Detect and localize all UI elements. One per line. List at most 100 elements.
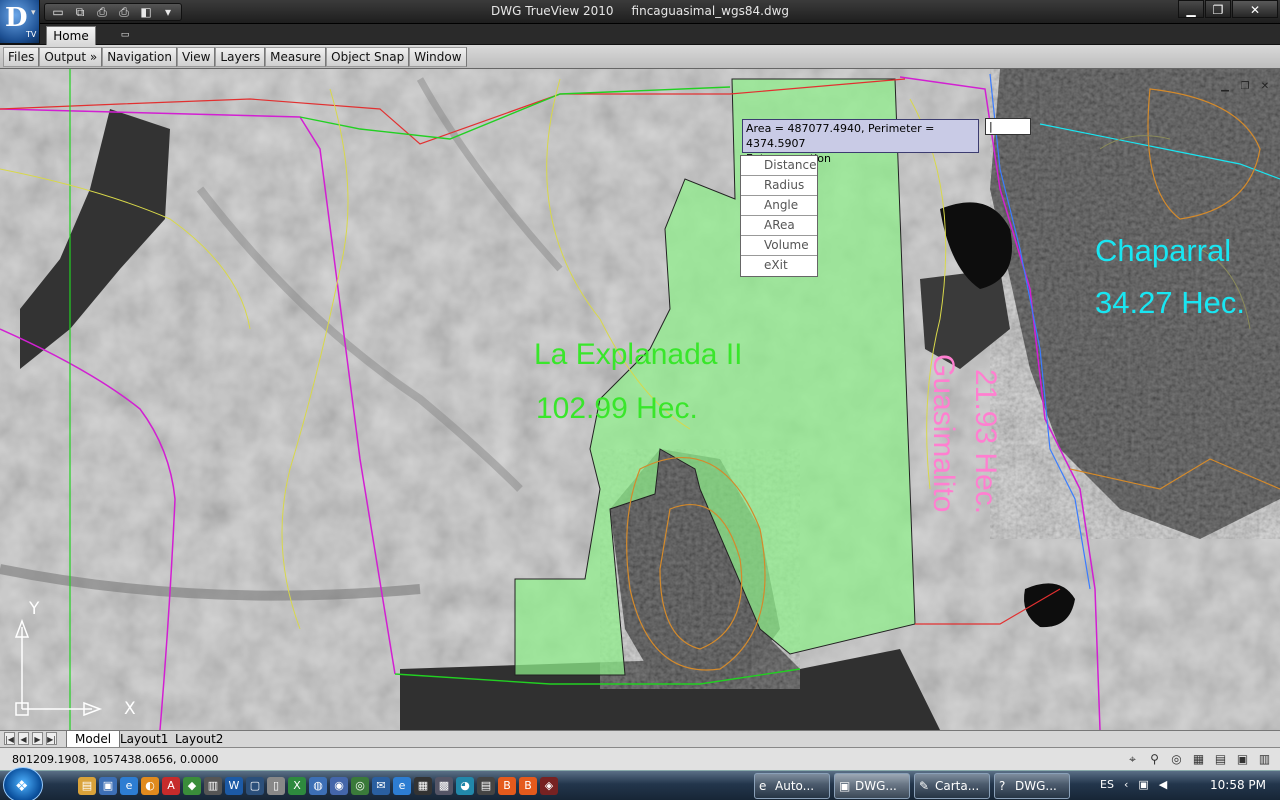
taskbar-tasks: e Auto... ▣ DWG... ✎ Carta... ? DWG...	[754, 773, 1070, 799]
app-logo: D	[5, 3, 28, 33]
option-area[interactable]: ARea	[741, 216, 817, 236]
option-distance[interactable]: Distance	[741, 156, 817, 176]
blogger-icon-2[interactable]: B	[519, 777, 537, 795]
panel-measure[interactable]: Measure	[265, 47, 327, 67]
viewport-close-icon[interactable]: ✕	[1258, 81, 1272, 93]
start-button[interactable]: ❖	[3, 767, 43, 800]
panel-view[interactable]: View	[176, 47, 216, 67]
viewport-restore-icon[interactable]: ❐	[1238, 81, 1252, 93]
media-icon[interactable]: ▥	[204, 777, 222, 795]
task-label: Carta...	[935, 779, 980, 793]
clock[interactable]: 10:58 PM	[1210, 778, 1266, 792]
status-bar: 801209.1908, 1057438.0656, 0.0000 ⌖ ⚲ ◎ …	[0, 747, 1280, 770]
parcel-label-chaparral-area: 34.27 Hec.	[1095, 285, 1245, 320]
panel-layers[interactable]: Layers	[215, 47, 266, 67]
doc-task-icon: ✎	[919, 779, 930, 793]
minimize-icon[interactable]: ▁	[1178, 0, 1204, 18]
panel-output[interactable]: Output »	[39, 47, 103, 67]
firefox-icon[interactable]: ◐	[141, 777, 159, 795]
app-icon-8[interactable]: ◈	[540, 777, 558, 795]
option-radius[interactable]: Radius	[741, 176, 817, 196]
viewport-minimize-icon[interactable]: ▁	[1218, 81, 1232, 93]
file-name: fincaguasimal_wgs84.dwg	[631, 4, 790, 18]
app-icon-5[interactable]: ▦	[414, 777, 432, 795]
app-icon-1[interactable]: ◉	[330, 777, 348, 795]
explorer-icon[interactable]: ▣	[99, 777, 117, 795]
first-tab-icon[interactable]: |◀	[4, 732, 15, 745]
chevron-down-icon: ▾	[31, 8, 36, 18]
app-icon-6[interactable]: ▩	[435, 777, 453, 795]
app-icon-4[interactable]: e	[393, 777, 411, 795]
ie-icon[interactable]: e	[120, 777, 138, 795]
ribbon-tab-row: Home ▭	[0, 24, 1280, 45]
network-icon[interactable]: ◍	[309, 777, 327, 795]
steering-wheel-icon[interactable]: ◎	[1167, 750, 1186, 768]
panel-files[interactable]: Files	[3, 47, 40, 67]
system-tray: ES ‹ ▣ ◀	[1100, 778, 1167, 791]
restore-icon[interactable]: ❐	[1205, 0, 1231, 18]
doc-icon[interactable]: ▯	[267, 777, 285, 795]
task-carta[interactable]: ✎ Carta...	[914, 773, 990, 799]
option-exit[interactable]: eXit	[741, 256, 817, 276]
app-icon-2[interactable]: ◎	[351, 777, 369, 795]
panel-object-snap[interactable]: Object Snap	[326, 47, 410, 67]
panel-window[interactable]: Window	[409, 47, 467, 67]
panel-navigation[interactable]: Navigation	[102, 47, 177, 67]
excel-icon[interactable]: X	[288, 777, 306, 795]
panel-output-label: Output	[44, 50, 87, 64]
quick-launch: ▤ ▣ e ◐ A ◆ ▥ W ▢ ▯ X ◍ ◉ ◎ ✉ e ▦ ▩ ◕ ▤ …	[78, 777, 558, 795]
minimize-ribbon-icon[interactable]: ▭	[118, 30, 132, 40]
snap-icon[interactable]: ⌖	[1123, 750, 1142, 768]
help-task-icon: ?	[999, 779, 1006, 793]
ucs-x-label: X	[124, 699, 136, 719]
parcel-label-explanada-name: La Explanada II	[534, 338, 743, 371]
application-menu-button[interactable]: D ▾ TV	[0, 0, 40, 44]
parcel-label-explanada-area: 102.99 Hec.	[536, 392, 698, 425]
workspace-icon[interactable]: ▣	[1233, 750, 1252, 768]
task-dwg-trueview[interactable]: ▣ DWG...	[834, 773, 910, 799]
measure-result: Area = 487077.4940, Perimeter = 4374.590…	[746, 122, 935, 150]
parcel-label-guasimalito-area: 21.93 Hec.	[969, 369, 1002, 515]
option-volume[interactable]: Volume	[741, 236, 817, 256]
network-tray-icon[interactable]: ▣	[1138, 778, 1148, 791]
drawing-canvas[interactable]: ▁ ❐ ✕ La Explanada II 102.99 Hec. Chapar…	[0, 69, 1280, 730]
tray-expand-icon[interactable]: ‹	[1124, 778, 1128, 791]
tab-home[interactable]: Home	[46, 26, 96, 45]
grid-icon[interactable]: ▤	[1211, 750, 1230, 768]
window-controls: ▁ ❐ ✕	[1178, 0, 1278, 18]
task-label: Auto...	[775, 779, 815, 793]
maps-icon[interactable]: ◆	[183, 777, 201, 795]
trueview-icon[interactable]: ▢	[246, 777, 264, 795]
language-indicator[interactable]: ES	[1100, 778, 1114, 791]
app-icon-3[interactable]: ✉	[372, 777, 390, 795]
pdf-icon[interactable]: A	[162, 777, 180, 795]
volume-icon[interactable]: ◀	[1159, 778, 1167, 791]
window-title: DWG TrueView 2010 fincaguasimal_wgs84.dwg	[0, 4, 1280, 18]
next-tab-icon[interactable]: ▶	[32, 732, 43, 745]
zoom-icon[interactable]: ⚲	[1145, 750, 1164, 768]
tab-layout2[interactable]: Layout2	[167, 731, 231, 748]
last-tab-icon[interactable]: ▶|	[46, 732, 57, 745]
ie-task-icon: e	[759, 779, 767, 793]
dynamic-input-field[interactable]: |	[985, 118, 1031, 135]
chrome-icon[interactable]: ◕	[456, 777, 474, 795]
app-icon-7[interactable]: ▤	[477, 777, 495, 795]
coordinate-readout: 801209.1908, 1057438.0656, 0.0000	[12, 753, 219, 766]
task-label: DWG...	[855, 779, 897, 793]
close-icon[interactable]: ✕	[1232, 0, 1278, 18]
lock-icon[interactable]: ▥	[1255, 750, 1274, 768]
prev-tab-icon[interactable]: ◀	[18, 732, 29, 745]
task-dwg-help[interactable]: ? DWG...	[994, 773, 1070, 799]
measure-options-menu: Distance Radius Angle ARea Volume eXit	[740, 155, 818, 277]
showmotion-icon[interactable]: ▦	[1189, 750, 1208, 768]
option-angle[interactable]: Angle	[741, 196, 817, 216]
word-icon[interactable]: W	[225, 777, 243, 795]
windows-taskbar: ❖ ▤ ▣ e ◐ A ◆ ▥ W ▢ ▯ X ◍ ◉ ◎ ✉ e ▦ ▩ ◕ …	[0, 767, 1280, 800]
folder-icon[interactable]: ▤	[78, 777, 96, 795]
blogger-icon[interactable]: B	[498, 777, 516, 795]
task-autodesk[interactable]: e Auto...	[754, 773, 830, 799]
task-label: DWG...	[1015, 779, 1057, 793]
dwg-task-icon: ▣	[839, 779, 851, 793]
app-name: DWG TrueView 2010	[490, 4, 614, 18]
parcel-label-guasimalito-name: Guasimalito	[927, 354, 960, 513]
